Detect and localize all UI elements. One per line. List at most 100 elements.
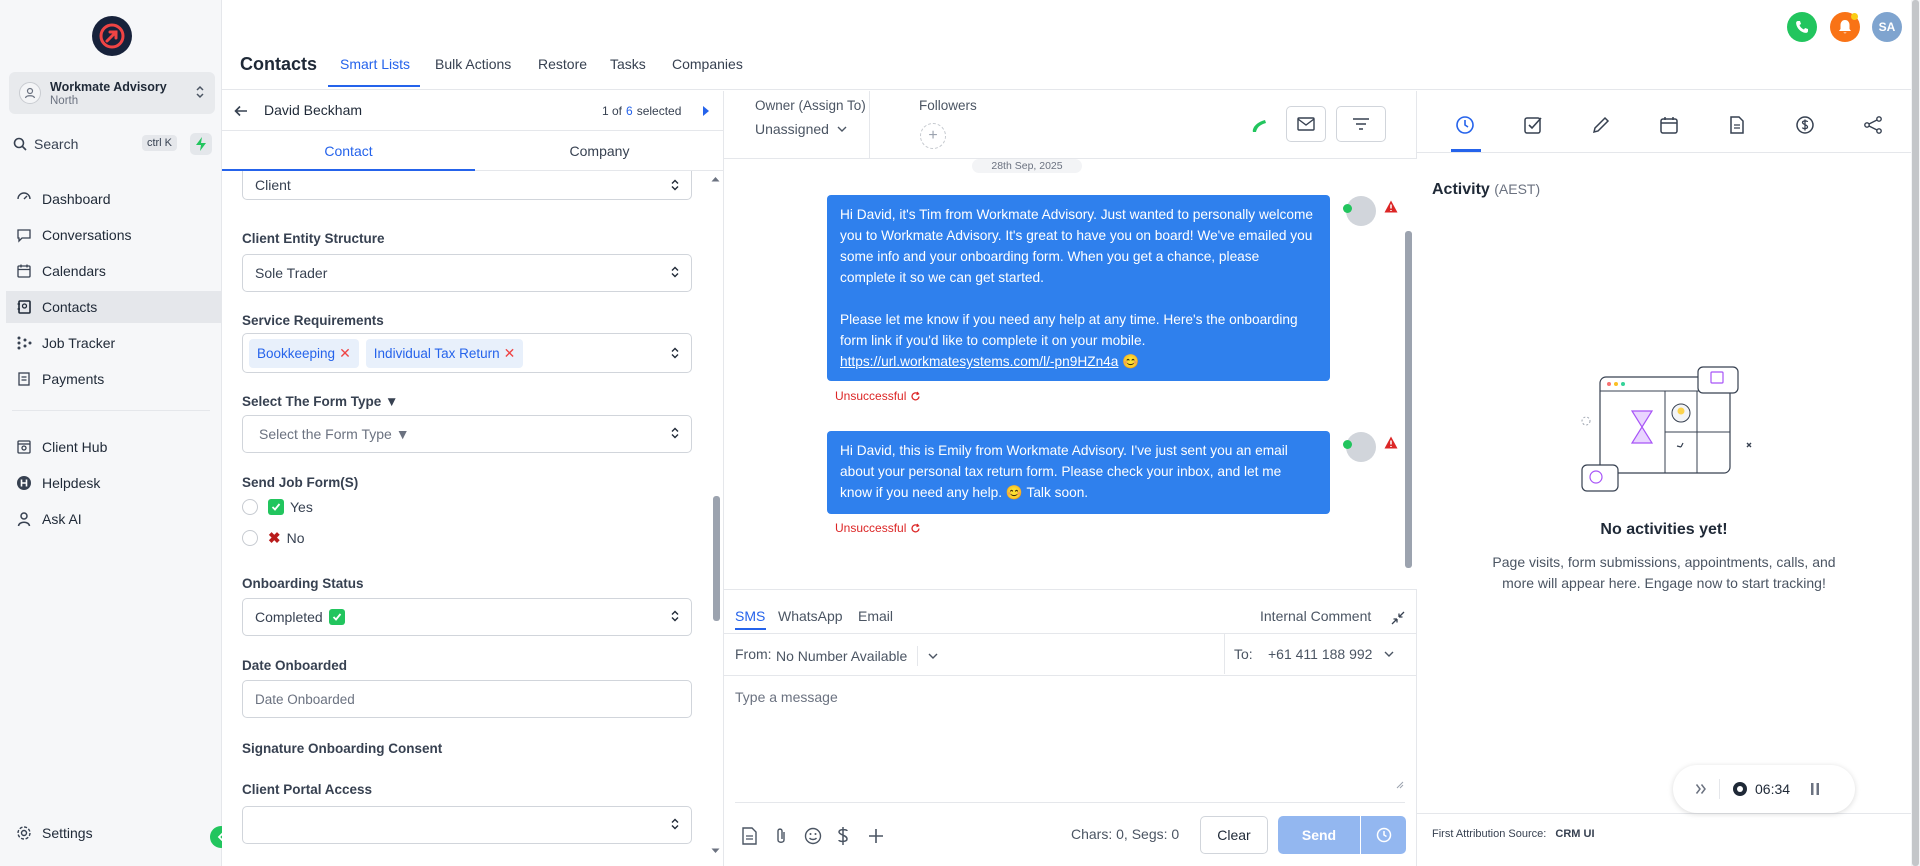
filter-button[interactable]	[1336, 106, 1386, 142]
resize-handle-icon[interactable]	[1395, 780, 1404, 789]
email-action-button[interactable]	[1286, 106, 1326, 142]
radio-yes[interactable]: Yes	[242, 499, 313, 515]
subtab-company[interactable]: Company	[475, 131, 724, 171]
status-unsuccessful[interactable]: Unsuccessful	[835, 389, 921, 403]
app-logo[interactable]	[92, 16, 132, 56]
page-scrollbar[interactable]	[1911, 0, 1920, 866]
account-sub: North	[50, 94, 79, 107]
channel-sms[interactable]: SMS	[735, 608, 765, 624]
nav-job-tracker-label: Job Tracker	[42, 335, 116, 351]
radio-no[interactable]: ✖ No	[242, 529, 304, 547]
nav-payments[interactable]: Payments	[6, 363, 222, 395]
entity-select[interactable]: Sole Trader	[242, 254, 692, 292]
sms-badge-icon	[1343, 204, 1352, 213]
channel-whatsapp[interactable]: WhatsApp	[778, 608, 843, 624]
nav-settings-label: Settings	[42, 825, 93, 841]
from-select[interactable]: No Number Available	[776, 646, 938, 666]
onboarding-select[interactable]: Completed	[242, 598, 692, 636]
remove-chip-icon[interactable]: ✕	[504, 345, 516, 362]
collapse-icon[interactable]	[1391, 611, 1405, 625]
search-button[interactable]: Search ctrl K	[9, 131, 181, 157]
tab-companies[interactable]: Companies	[672, 56, 743, 72]
tab-tasks[interactable]: Tasks	[610, 56, 646, 72]
quick-actions-button[interactable]	[190, 133, 212, 155]
calendar-icon[interactable]	[1659, 115, 1679, 135]
add-follower-button[interactable]: +	[920, 123, 946, 149]
date-onboarded-input[interactable]: Date Onboarded	[242, 680, 692, 718]
subtab-contact[interactable]: Contact	[222, 131, 475, 171]
tab-restore[interactable]: Restore	[538, 56, 587, 72]
attribution-value: CRM UI	[1555, 828, 1595, 840]
emoji-icon[interactable]	[804, 827, 822, 845]
onboarding-link[interactable]: https://url.workmatesystems.com/l/-pn9HZ…	[840, 354, 1118, 369]
account-switcher[interactable]: Workmate Advisory North	[9, 72, 215, 114]
call-icon[interactable]	[1249, 116, 1269, 136]
next-contact-icon[interactable]	[702, 105, 710, 117]
user-avatar[interactable]: SA	[1872, 12, 1902, 42]
document-icon[interactable]	[1727, 115, 1747, 135]
nav-calendars[interactable]: Calendars	[6, 255, 222, 287]
filter-icon	[1353, 118, 1369, 130]
pager-selected: selected	[636, 104, 682, 118]
message-input[interactable]: Type a message	[735, 689, 1405, 791]
dollar-icon[interactable]	[836, 826, 850, 846]
followers-label: Followers	[919, 98, 977, 113]
check-icon	[268, 499, 284, 515]
activity-title-text: Activity	[1432, 181, 1490, 198]
contact-header: David Beckham 1 of 6 selected	[222, 91, 724, 131]
nav-ask-ai[interactable]: Ask AI	[6, 503, 222, 535]
status-unsuccessful[interactable]: Unsuccessful	[835, 521, 921, 535]
radio-circle[interactable]	[242, 499, 258, 515]
nav-conversations[interactable]: Conversations	[6, 219, 222, 251]
owner-select[interactable]: Unassigned	[755, 121, 847, 137]
message-text: Please let me know if you need any help …	[840, 312, 1298, 348]
schedule-send-button[interactable]	[1361, 816, 1406, 854]
notifications-button[interactable]	[1830, 12, 1860, 42]
pause-icon[interactable]	[1810, 782, 1820, 796]
workflow-icon[interactable]	[1863, 115, 1883, 135]
nav-helpdesk[interactable]: Helpdesk	[6, 467, 222, 499]
clear-button[interactable]: Clear	[1200, 816, 1268, 854]
attachment-icon[interactable]	[775, 827, 787, 845]
client-type-select[interactable]: Client	[242, 171, 692, 200]
tab-underline	[328, 85, 420, 87]
sms-badge-icon	[1343, 440, 1352, 449]
phone-button[interactable]	[1787, 12, 1817, 42]
thread-scrollbar[interactable]	[1405, 231, 1412, 568]
record-icon[interactable]	[1732, 781, 1748, 797]
internal-comment-tab[interactable]: Internal Comment	[1260, 608, 1371, 624]
scroll-down-icon[interactable]	[711, 848, 720, 854]
tab-bulk-actions[interactable]: Bulk Actions	[435, 56, 511, 72]
back-arrow-icon[interactable]	[234, 104, 248, 118]
nav-dashboard[interactable]: Dashboard	[6, 183, 222, 215]
onboarding-label: Onboarding Status	[242, 576, 364, 591]
helpdesk-icon	[17, 476, 31, 490]
nav-contacts[interactable]: Contacts	[6, 291, 222, 323]
send-button[interactable]: Send	[1278, 816, 1360, 854]
sender-avatar	[1343, 196, 1376, 226]
task-check-icon[interactable]	[1523, 115, 1543, 135]
remove-chip-icon[interactable]: ✕	[339, 345, 351, 362]
pencil-icon[interactable]	[1591, 115, 1611, 135]
radio-circle[interactable]	[242, 530, 258, 546]
dollar-circle-icon[interactable]	[1795, 115, 1815, 135]
nav-settings[interactable]: Settings	[6, 817, 222, 849]
document-icon[interactable]	[742, 827, 757, 845]
page-scroll-thumb[interactable]	[1912, 0, 1919, 866]
service-multiselect[interactable]: Bookkeeping ✕ Individual Tax Return ✕	[242, 333, 692, 373]
form-type-select[interactable]: Select the Form Type ▼	[242, 415, 692, 453]
to-select[interactable]: +61 411 188 992	[1268, 646, 1394, 662]
channel-email[interactable]: Email	[858, 608, 893, 624]
tab-smart-lists[interactable]: Smart Lists	[340, 56, 410, 72]
portal-select[interactable]	[242, 806, 692, 844]
cross-icon: ✖	[268, 530, 281, 547]
activity-history-icon[interactable]	[1455, 115, 1475, 135]
nav-client-hub[interactable]: Client Hub	[6, 431, 222, 463]
plus-icon[interactable]	[868, 828, 884, 844]
scroll-up-icon[interactable]	[711, 176, 720, 182]
nav-job-tracker[interactable]: Job Tracker	[6, 327, 222, 359]
contact-scrollbar[interactable]	[713, 496, 720, 621]
chevron-down-icon	[928, 653, 938, 659]
composer-divider	[724, 675, 1417, 676]
double-chevron-right-icon[interactable]	[1695, 783, 1707, 795]
